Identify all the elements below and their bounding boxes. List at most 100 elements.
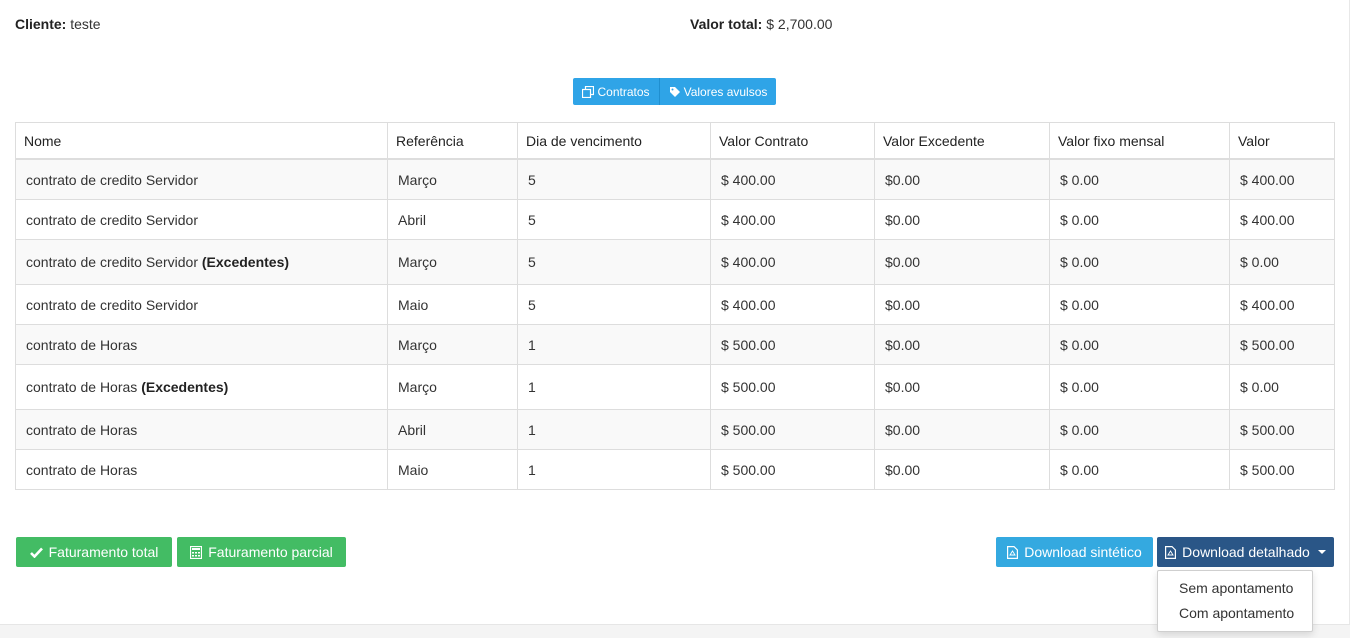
referencia-cell: Abril: [387, 199, 518, 240]
valor-excedente-cell: $0.00: [874, 324, 1050, 365]
valor-fixo-mensal-cell: $ 0.00: [1049, 158, 1230, 200]
file-pdf-icon: [1007, 545, 1019, 559]
client-value: teste: [70, 16, 101, 32]
valor-fixo-mensal-cell: $ 0.00: [1049, 364, 1230, 410]
name-cell: contrato de Horas (Excedentes): [15, 364, 388, 410]
valor-contrato-cell: $ 500.00: [710, 364, 875, 410]
valor-contrato-cell: $ 500.00: [710, 409, 875, 450]
client-label: Cliente:: [15, 16, 67, 32]
download-sintetico-button[interactable]: Download sintético: [996, 537, 1153, 567]
column-header[interactable]: Dia de vencimento: [517, 122, 711, 160]
valor-cell: $ 500.00: [1229, 409, 1335, 450]
total-label: Valor total:: [690, 16, 763, 32]
referencia-cell: Maio: [387, 449, 518, 490]
valor-excedente-cell: $0.00: [874, 409, 1050, 450]
valor-fixo-mensal-cell: $ 0.00: [1049, 409, 1230, 450]
valores-avulsos-label: Valores avulsos: [683, 84, 768, 99]
dia-vencimento-cell: 5: [517, 239, 711, 285]
copy-icon: [582, 85, 595, 98]
table-row: contrato de Horas (Excedentes) Março 1 $ 50…: [15, 364, 1335, 410]
table-row: contrato de Horas Abril 1 $ 500.00 $0.00 $ 0.…: [15, 409, 1335, 450]
excedentes-badge: (Excedentes): [201, 254, 290, 270]
contract-name: contrato de credito Servidor: [26, 296, 198, 313]
valor-excedente-cell: $0.00: [874, 199, 1050, 240]
caret-down-icon: [1317, 550, 1326, 554]
billing-panel: Cliente: teste Valor total: $ 2,700.00 C…: [0, 0, 1350, 632]
faturamento-total-button[interactable]: Faturamento total: [16, 537, 172, 567]
valor-contrato-cell: $ 500.00: [710, 324, 875, 365]
table-header-row: Nome Referência Dia de vencimento Valor …: [15, 122, 1335, 160]
valor-excedente-cell: $0.00: [874, 284, 1050, 325]
client-info: Cliente: teste: [15, 16, 101, 32]
table-row: contrato de credito Servidor (Excedentes…: [15, 239, 1335, 285]
download-detalhado-menu: Sem apontamento Com apontamento: [1157, 570, 1313, 632]
valor-contrato-cell: $ 400.00: [710, 158, 875, 200]
contratos-button[interactable]: Contratos: [573, 78, 660, 105]
valor-excedente-cell: $0.00: [874, 158, 1050, 200]
faturamento-parcial-button[interactable]: Faturamento parcial: [177, 537, 346, 567]
menu-item-sem-apontamento[interactable]: Sem apontamento: [1158, 576, 1312, 601]
valor-contrato-cell: $ 500.00: [710, 449, 875, 490]
column-header[interactable]: Nome: [15, 122, 388, 160]
valor-cell: $ 0.00: [1229, 239, 1335, 285]
name-cell: contrato de Horas: [15, 324, 388, 365]
name-cell: contrato de credito Servidor: [15, 158, 388, 200]
contract-name: contrato de Horas: [26, 421, 138, 438]
column-header[interactable]: Valor: [1229, 122, 1335, 160]
contract-name: contrato de Horas: [26, 336, 138, 353]
download-detalhado-label: Download detalhado: [1182, 544, 1310, 560]
total-info: Valor total: $ 2,700.00: [690, 16, 832, 32]
contracts-table: Nome Referência Dia de vencimento Valor …: [15, 122, 1335, 490]
valor-contrato-cell: $ 400.00: [710, 199, 875, 240]
faturamento-parcial-label: Faturamento parcial: [208, 544, 333, 560]
contract-name: contrato de Horas: [26, 461, 138, 478]
valor-excedente-cell: $0.00: [874, 364, 1050, 410]
name-cell: contrato de Horas: [15, 409, 388, 450]
valor-cell: $ 0.00: [1229, 364, 1335, 410]
table-row: contrato de credito Servidor Maio 5 $ 400.0…: [15, 284, 1335, 325]
valor-fixo-mensal-cell: $ 0.00: [1049, 324, 1230, 365]
name-cell: contrato de credito Servidor: [15, 199, 388, 240]
valor-cell: $ 500.00: [1229, 324, 1335, 365]
name-cell: contrato de credito Servidor (Excedentes…: [15, 239, 388, 285]
download-detalhado-button[interactable]: Download detalhado: [1157, 537, 1334, 567]
table-row: contrato de Horas Março 1 $ 500.00 $0.00 $ 0.…: [15, 324, 1335, 365]
dia-vencimento-cell: 5: [517, 284, 711, 325]
excedentes-badge: (Excedentes): [141, 379, 229, 395]
dia-vencimento-cell: 1: [517, 409, 711, 450]
view-toggle-group: Contratos Valores avulsos: [573, 78, 776, 105]
dia-vencimento-cell: 5: [517, 158, 711, 200]
valor-cell: $ 500.00: [1229, 449, 1335, 490]
column-header[interactable]: Valor fixo mensal: [1049, 122, 1230, 160]
dia-vencimento-cell: 5: [517, 199, 711, 240]
valor-cell: $ 400.00: [1229, 158, 1335, 200]
column-header[interactable]: Referência: [387, 122, 518, 160]
column-header[interactable]: Valor Excedente: [874, 122, 1050, 160]
download-sintetico-label: Download sintético: [1024, 544, 1142, 560]
valor-cell: $ 400.00: [1229, 284, 1335, 325]
dia-vencimento-cell: 1: [517, 364, 711, 410]
valor-fixo-mensal-cell: $ 0.00: [1049, 284, 1230, 325]
contract-name: contrato de Horas: [26, 379, 138, 395]
valor-fixo-mensal-cell: $ 0.00: [1049, 449, 1230, 490]
column-header[interactable]: Valor Contrato: [710, 122, 875, 160]
table-row: contrato de Horas Maio 1 $ 500.00 $0.00 $ 0.0…: [15, 449, 1335, 490]
contract-name: contrato de credito Servidor: [26, 254, 198, 270]
valor-contrato-cell: $ 400.00: [710, 239, 875, 285]
valor-excedente-cell: $0.00: [874, 449, 1050, 490]
referencia-cell: Maio: [387, 284, 518, 325]
referencia-cell: Março: [387, 239, 518, 285]
menu-item-com-apontamento[interactable]: Com apontamento: [1158, 601, 1312, 626]
referencia-cell: Março: [387, 324, 518, 365]
contratos-label: Contratos: [597, 84, 650, 99]
calculator-icon: [190, 545, 203, 559]
name-cell: contrato de Horas: [15, 449, 388, 490]
dia-vencimento-cell: 1: [517, 324, 711, 365]
total-value: $ 2,700.00: [766, 16, 833, 32]
valor-excedente-cell: $0.00: [874, 239, 1050, 285]
table-row: contrato de credito Servidor Abril 5 $ 400.…: [15, 199, 1335, 240]
valores-avulsos-button[interactable]: Valores avulsos: [660, 78, 776, 105]
tag-icon: [669, 86, 681, 98]
faturamento-total-label: Faturamento total: [48, 544, 159, 560]
contract-name: contrato de credito Servidor: [26, 211, 198, 228]
